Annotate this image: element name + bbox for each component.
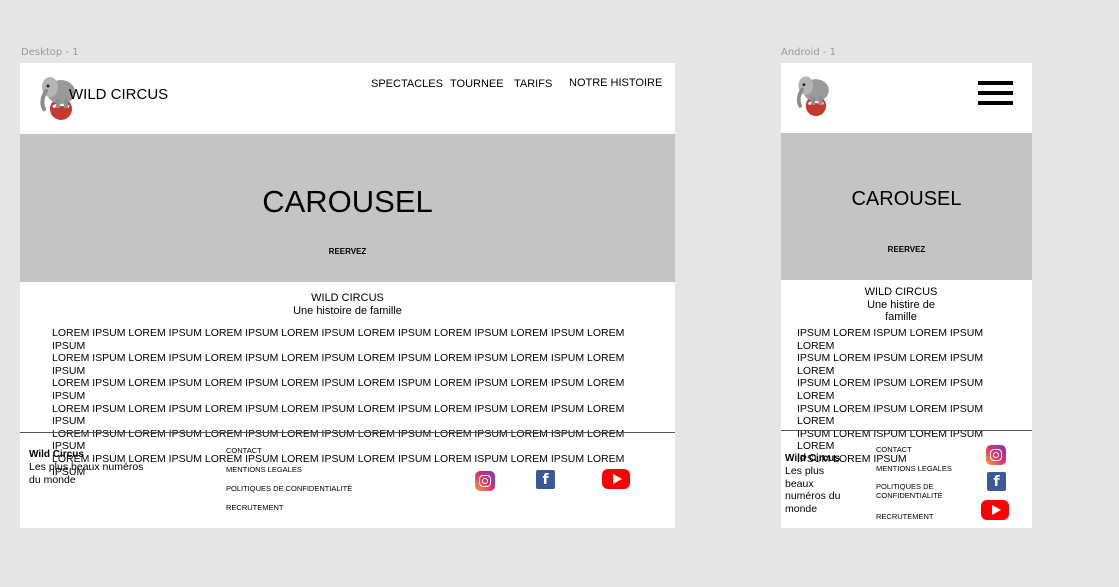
footer-divider	[20, 432, 675, 433]
brand-name[interactable]: WILD CIRCUS	[69, 86, 168, 103]
footer-link-recrutement[interactable]: RECRUTEMENT	[876, 512, 956, 521]
body-text-line: LOREM IPSUM LOREM IPSUM LOREM IPSUM LORE…	[52, 402, 625, 428]
body-text-line: LOREM ISPUM LOREM IPSUM LOREM IPSUM LORE…	[52, 352, 625, 377]
footer-link-privacy[interactable]: POLITIQUES DE CONFIDENTIALITÉ	[876, 482, 948, 500]
body-text-line: LOREM IPSUM LOREM IPSUM LOREM IPSUM LORE…	[52, 377, 625, 402]
footer-link-recrutement[interactable]: RECRUTEMENT	[226, 503, 284, 512]
body-text-line: IPSUM LOREM IPSUM LOREM IPSUM LOREM	[797, 352, 984, 377]
footer-divider	[781, 430, 1032, 431]
footer-link-contact[interactable]: CONTACT	[226, 446, 262, 455]
youtube-icon[interactable]	[981, 500, 1009, 520]
facebook-icon[interactable]: f	[536, 470, 555, 489]
nav-link-tarifs[interactable]: TARIFS	[514, 78, 552, 90]
body-text-line: IPSUM LOREM IPSUM LOREM IPSUM LOREM	[797, 377, 984, 402]
frame-label-android: Android - 1	[781, 47, 836, 58]
footer-link-mentions[interactable]: MENTIONS LEGALES	[226, 465, 302, 474]
hamburger-menu-icon[interactable]	[978, 81, 1013, 105]
footer-tagline: Les plus beaux numéros du monde	[29, 461, 144, 486]
footer-link-contact[interactable]: CONTACT	[876, 445, 956, 454]
footer-tagline: Les plus beaux numéros du monde	[785, 465, 841, 515]
reserve-button[interactable]: REERVEZ	[20, 247, 675, 256]
section-title: WILD CIRCUS	[864, 286, 938, 298]
site-header: WILD CIRCUS SPECTACLES TOURNEE TARIFS NO…	[20, 63, 675, 134]
carousel-title: CAROUSEL	[851, 188, 962, 210]
carousel-placeholder[interactable]: CAROUSEL REERVEZ	[781, 133, 1032, 280]
footer-link-mentions[interactable]: MENTIONS LEGALES	[876, 464, 956, 473]
section-title: WILD CIRCUS	[311, 292, 384, 304]
section-subtitle: Une histoire de famille	[293, 305, 402, 317]
body-text-line: IPSUM LOREM ISPUM LOREM IPSUM LOREM	[797, 327, 984, 352]
instagram-icon[interactable]	[475, 471, 495, 491]
elephant-logo-icon[interactable]	[791, 69, 839, 117]
carousel-placeholder[interactable]: CAROUSEL REERVEZ	[20, 134, 675, 282]
reserve-button[interactable]: REERVEZ	[781, 245, 1032, 254]
body-text-line: LOREM IPSUM LOREM IPSUM LOREM IPSUM LORE…	[52, 327, 625, 352]
instagram-icon[interactable]	[986, 445, 1006, 465]
footer-brand: Wild Circus	[785, 453, 840, 464]
section-heading: WILD CIRCUS Une histire de famille	[861, 286, 941, 324]
nav-link-spectacles[interactable]: SPECTACLES	[371, 78, 443, 90]
body-text-line: IPSUM LOREM IPSUM LOREM IPSUM LOREM	[797, 402, 984, 428]
frame-label-desktop: Desktop - 1	[21, 47, 79, 58]
footer-link-privacy[interactable]: POLITIQUES DE CONFIDENTIALITÉ	[226, 484, 352, 493]
nav-link-tournee[interactable]: TOURNEE	[450, 78, 504, 90]
carousel-title: CAROUSEL	[262, 184, 433, 219]
youtube-icon[interactable]	[602, 469, 630, 489]
footer-brand: Wild Circus	[29, 449, 84, 460]
facebook-icon[interactable]: f	[987, 472, 1006, 491]
section-subtitle: Une histire de famille	[867, 298, 935, 324]
nav-link-notre-histoire[interactable]: NOTRE HISTOIRE	[569, 77, 662, 89]
body-text: LOREM IPSUM LOREM IPSUM LOREM IPSUM LORE…	[52, 327, 652, 478]
android-frame: CAROUSEL REERVEZ WILD CIRCUS Une histire…	[781, 63, 1032, 528]
section-heading: WILD CIRCUS Une histoire de famille	[20, 292, 675, 318]
desktop-frame: WILD CIRCUS SPECTACLES TOURNEE TARIFS NO…	[20, 63, 675, 528]
